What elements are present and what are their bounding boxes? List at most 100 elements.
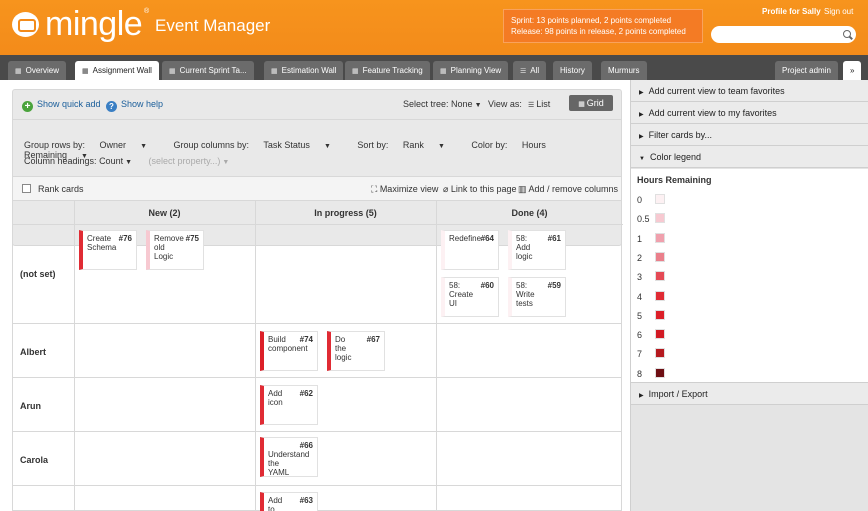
color-legend: Hours Remaining 0 0.5 1 2 3 4 5 6 7 8: [631, 169, 868, 383]
dropdown-caret-icon: ▼: [323, 143, 331, 150]
legend-value: 1: [637, 233, 643, 244]
maximize-icon: ⛶: [371, 184, 380, 194]
tab-current-sprint[interactable]: ▦ Current Sprint Ta...: [162, 61, 254, 80]
add-to-team-favorites[interactable]: ▶ Add current view to team favorites: [631, 80, 868, 102]
expand-arrow-icon: ▶: [639, 393, 644, 399]
row-divider: [13, 323, 621, 324]
row-label-carola: Carola: [20, 455, 49, 465]
tab-assignment-wall[interactable]: ▦ Assignment Wall: [75, 61, 159, 80]
project-name[interactable]: Event Manager: [155, 16, 270, 36]
column-header-done[interactable]: Done (4): [436, 201, 623, 225]
maximize-view-link[interactable]: ⛶ Maximize view: [371, 184, 438, 195]
tab-planning-view[interactable]: ▦ Planning View: [433, 61, 509, 80]
card-number: #60: [480, 281, 494, 290]
row-divider: [13, 377, 621, 378]
card-number: #64: [480, 234, 494, 243]
corner-header: [13, 201, 74, 225]
legend-swatch: [655, 271, 665, 282]
sprint-status-box: Sprint: 13 points planned, 2 points comp…: [503, 9, 703, 43]
card[interactable]: #63 Add to logic: [260, 492, 318, 511]
list-view-button[interactable]: ☰ List: [528, 99, 550, 109]
legend-swatch: [655, 309, 665, 320]
legend-value: 4: [637, 291, 643, 302]
card[interactable]: #67 Do the logic: [327, 331, 385, 371]
app-header: mingle ® Event Manager Sprint: 13 points…: [0, 0, 868, 55]
legend-swatch: [655, 290, 665, 301]
show-quick-add-link[interactable]: + Show quick add: [22, 99, 101, 112]
tab-more[interactable]: »: [843, 61, 862, 80]
legend-value: 6: [637, 330, 643, 341]
legend-value: 0: [637, 195, 643, 205]
select-tree-dropdown[interactable]: Select tree: None ▼: [403, 99, 482, 109]
card[interactable]: #59 58: Write tests: [508, 277, 566, 317]
grid-view-button[interactable]: ▦ Grid: [569, 95, 613, 111]
card[interactable]: #64 Redefine: [441, 230, 499, 270]
group-columns-dropdown[interactable]: Group columns by: Task Status ▼: [174, 140, 343, 150]
color-legend-toggle[interactable]: ▼ Color legend: [631, 146, 868, 168]
card-title: Understand the YAML: [268, 450, 310, 477]
filter-cards-by[interactable]: ▶ Filter cards by...: [631, 124, 868, 146]
tab-all[interactable]: ☰ All: [513, 61, 547, 80]
tab-project-admin[interactable]: Project admin: [775, 61, 838, 80]
select-property-dropdown[interactable]: (select property...) ▼: [149, 156, 230, 166]
column-divider: [436, 201, 437, 511]
column-header-new[interactable]: New (2): [74, 201, 255, 225]
row-divider: [13, 431, 621, 432]
column-header-in-progress[interactable]: In progress (5): [255, 201, 436, 225]
help-icon: ?: [106, 101, 117, 112]
legend-swatch: [655, 232, 665, 243]
row-label-albert: Albert: [20, 347, 47, 357]
profile-link[interactable]: Profile for Sally: [762, 7, 821, 16]
logo-trademark: ®: [144, 8, 150, 15]
legend-value: 2: [637, 252, 643, 263]
show-help-link[interactable]: ? Show help: [106, 99, 163, 112]
grid-icon: ▦: [15, 68, 22, 75]
card-number: #62: [299, 389, 313, 398]
tab-bar: ▦ Overview ▦ Assignment Wall ▦ Current Spri…: [0, 55, 868, 80]
card[interactable]: #66 Understand the YAML: [260, 437, 318, 477]
logo-text: mingle: [45, 5, 143, 43]
card[interactable]: #75 Remove old Logic: [146, 230, 204, 270]
group-rows-dropdown[interactable]: Group rows by: Owner ▼: [24, 140, 159, 150]
tab-murmurs[interactable]: Murmurs: [601, 61, 647, 80]
row-label-arun: Arun: [20, 401, 41, 411]
add-remove-columns-link[interactable]: ▥ Add / remove columns: [518, 184, 618, 195]
tab-history[interactable]: History: [553, 61, 592, 80]
rank-cards-label: Rank cards: [38, 184, 84, 194]
dropdown-caret-icon: ▼: [437, 143, 445, 150]
card[interactable]: #76 Create Schema: [79, 230, 137, 270]
card-number: #76: [118, 234, 132, 243]
signout-link[interactable]: Sign out: [824, 7, 853, 16]
add-to-my-favorites[interactable]: ▶ Add current view to my favorites: [631, 102, 868, 124]
rank-cards-checkbox[interactable]: [22, 184, 31, 193]
link-to-page-link[interactable]: ⌀ Link to this page: [443, 184, 516, 195]
column-headings-dropdown[interactable]: Column headings: Count ▼: [24, 156, 132, 166]
column-divider: [74, 201, 75, 511]
right-sidebar: ▶ Add current view to team favorites ▶ Add…: [630, 80, 868, 511]
card[interactable]: #74 Build component: [260, 331, 318, 371]
dropdown-caret-icon: ▼: [140, 143, 147, 150]
column-headings-controls: Column headings: Count ▼ (select property…: [24, 156, 229, 166]
card[interactable]: #60 58: Create UI: [441, 277, 499, 317]
import-export[interactable]: ▶ Import / Export: [631, 383, 868, 405]
grid-icon: ▦: [578, 101, 587, 108]
grid-icon: ▦: [82, 68, 89, 75]
mingle-logo-icon: [12, 12, 39, 37]
card[interactable]: #61 58: Add logic: [508, 230, 566, 270]
tab-overview[interactable]: ▦ Overview: [8, 61, 66, 80]
sort-by-dropdown[interactable]: Sort by: Rank ▼: [357, 140, 456, 150]
expand-arrow-icon: ▶: [639, 112, 644, 118]
card-number: #74: [299, 335, 313, 344]
legend-value: 8: [637, 368, 643, 379]
tab-estimation-wall[interactable]: ▦ Estimation Wall: [264, 61, 344, 80]
legend-title: Hours Remaining: [637, 175, 712, 185]
search-icon[interactable]: [843, 30, 851, 38]
columns-icon: ▥: [518, 184, 529, 194]
search-input[interactable]: [711, 26, 856, 43]
sprint-status: Sprint: 13 points planned, 2 points comp…: [511, 16, 672, 25]
card[interactable]: #62 Add icon: [260, 385, 318, 425]
plus-icon: +: [22, 101, 33, 112]
tab-feature-tracking[interactable]: ▦ Feature Tracking: [345, 61, 430, 80]
card-number: #61: [547, 234, 561, 243]
card-number: #59: [547, 281, 561, 290]
